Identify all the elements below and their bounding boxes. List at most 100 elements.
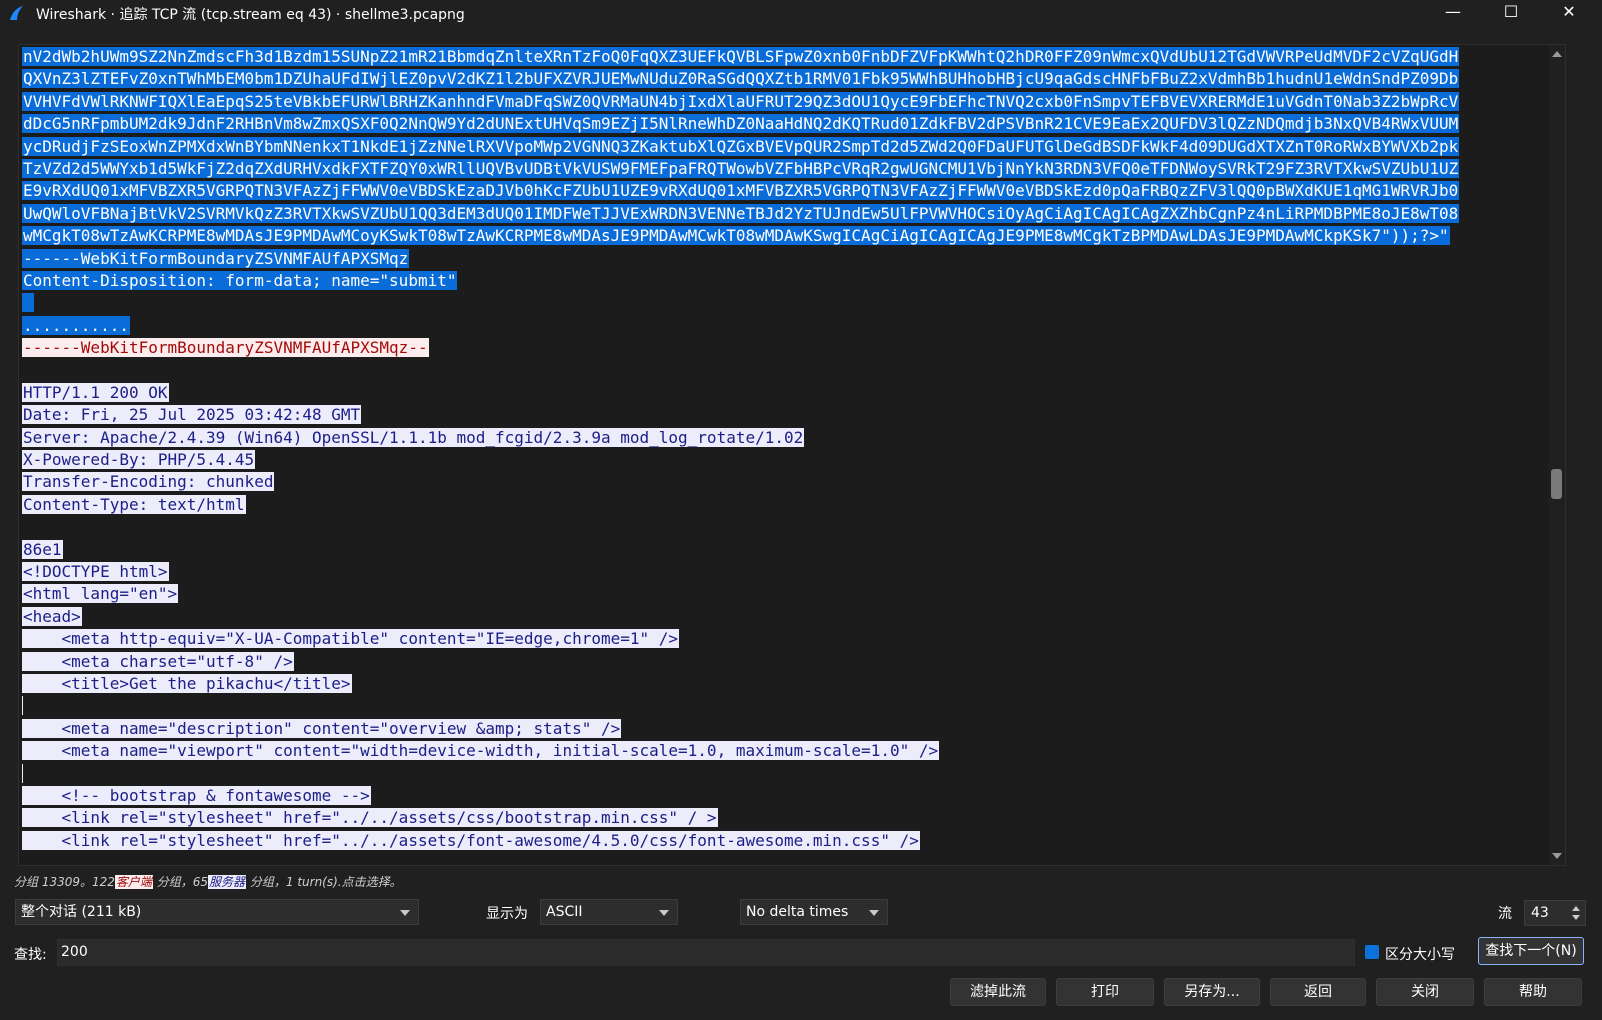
show-as-label: 显示为 [486, 906, 528, 922]
chevron-down-icon [869, 910, 879, 916]
stream-line-text: ........... [22, 315, 130, 335]
chevron-down-icon [400, 910, 410, 916]
stream-line-text: <!DOCTYPE html> [22, 561, 169, 581]
stream-line-text: ​ [22, 763, 23, 783]
stream-line-text: Date: Fri, 25 Jul 2025 03:42:48 GMT [22, 405, 362, 425]
stream-line-text: <meta charset="utf-8" /> [22, 651, 294, 671]
status-suffix: 分组，1 turn(s).点击选择。 [249, 875, 402, 889]
find-input[interactable]: 200 [57, 939, 1355, 966]
chevron-down-icon [659, 910, 669, 916]
stream-line-text: <!-- bootstrap & fontawesome --> [22, 785, 371, 805]
client-tag[interactable]: 客户端 [114, 875, 153, 889]
wireshark-fin-icon [10, 6, 23, 20]
back-button[interactable]: 返回 [1270, 978, 1366, 1006]
stream-line: ........... [22, 315, 1552, 337]
stream-line-text: wMCgkT08wTzAwKCRPME8wMDAsJE9PMDAwMCoyKSw… [22, 226, 1450, 246]
stream-line [22, 292, 1552, 314]
stream-line: UwQWloVFBNajBtVkV2SVRMVkQzZ3RVTXkwSVZUbU… [22, 203, 1552, 225]
stream-line-text: ------WebKitFormBoundaryZSVNMFAUfAPXSMqz… [22, 338, 429, 358]
delta-value: No delta times [746, 904, 849, 920]
conversation-select[interactable]: 整个对话 (211 kB) [15, 899, 419, 925]
stream-number: 43 [1531, 905, 1549, 921]
title-bar: Wireshark · 追踪 TCP 流 (tcp.stream eq 43) … [0, 0, 1602, 26]
case-sensitive-checkbox[interactable] [1365, 945, 1379, 959]
stream-line: Date: Fri, 25 Jul 2025 03:42:48 GMT [22, 404, 1552, 426]
stream-line: <title>Get the pikachu</title> [22, 673, 1552, 695]
save-as-button[interactable]: 另存为... [1164, 978, 1260, 1006]
show-as-select[interactable]: ASCII [540, 899, 678, 925]
server-tag[interactable]: 服务器 [208, 875, 247, 889]
stream-line: <meta charset="utf-8" /> [22, 651, 1552, 673]
spin-up-icon[interactable] [1572, 906, 1580, 911]
stream-line-text: 86e1 [22, 539, 63, 559]
stream-lines: nV2dWb2hUWm9SZ2NnZmdscFh3d1Bzdm15SUNpZ21… [22, 46, 1552, 852]
tcp-stream-view[interactable]: nV2dWb2hUWm9SZ2NnZmdscFh3d1Bzdm15SUNpZ21… [18, 44, 1566, 866]
stream-line-text: E9vRXdUQ01xMFVBZXR5VGRPQTN3VFAzZjFFWWV0e… [22, 181, 1460, 201]
stream-line [22, 516, 1552, 538]
stream-line-text: TzVZd2d5WWYxb1d5WkFjZ2dqZXdURHVxdkFXTFZQ… [22, 158, 1460, 178]
stream-line: <meta name="description" content="overvi… [22, 718, 1552, 740]
vertical-scrollbar[interactable] [1549, 45, 1565, 865]
stream-line-text: <meta name="description" content="overvi… [22, 718, 622, 738]
close-button[interactable]: 关闭 [1376, 978, 1474, 1006]
stream-line: wMCgkT08wTzAwKCRPME8wMDAsJE9PMDAwMCoyKSw… [22, 225, 1552, 247]
stream-number-spinner[interactable]: 43 [1524, 900, 1586, 926]
stream-line-text: <meta http-equiv="X-UA-Compatible" conte… [22, 629, 680, 649]
minimize-button[interactable]: — [1424, 0, 1482, 26]
stream-line: <meta http-equiv="X-UA-Compatible" conte… [22, 628, 1552, 650]
stream-line: ycDRudjFzSEoxWnZPMXdxWnBYbmNNenkxT1NkdE1… [22, 136, 1552, 158]
stream-line: TzVZd2d5WWYxb1d5WkFjZ2dqZXdURHVxdkFXTFZQ… [22, 158, 1552, 180]
stream-line-text: Server: Apache/2.4.39 (Win64) OpenSSL/1.… [22, 427, 805, 447]
delta-times-select[interactable]: No delta times [740, 899, 888, 925]
scroll-down-icon[interactable] [1552, 853, 1562, 859]
stream-line [22, 359, 1552, 381]
stream-line-text: HTTP/1.1 200 OK [22, 382, 169, 402]
stream-line: <link rel="stylesheet" href="../../asset… [22, 807, 1552, 829]
stream-line-text: <title>Get the pikachu</title> [22, 673, 352, 693]
stream-line: <link rel="stylesheet" href="../../asset… [22, 830, 1552, 852]
status-mid: 分组，65 [156, 875, 209, 889]
print-button[interactable]: 打印 [1056, 978, 1154, 1006]
stream-line-text: ​ [22, 696, 23, 716]
stream-line-text: ycDRudjFzSEoxWnZPMXdxWnBYbmNNenkxT1NkdE1… [22, 136, 1460, 156]
stream-line: Content-Disposition: form-data; name="su… [22, 270, 1552, 292]
close-window-button[interactable]: ✕ [1540, 0, 1598, 26]
stream-line: <meta name="viewport" content="width=dev… [22, 740, 1552, 762]
show-as-value: ASCII [546, 904, 583, 920]
scroll-thumb[interactable] [1551, 469, 1562, 499]
stream-line-text: nV2dWb2hUWm9SZ2NnZmdscFh3d1Bzdm15SUNpZ21… [22, 47, 1460, 66]
stream-line-text: <head> [22, 606, 82, 626]
stream-line: 86e1 [22, 539, 1552, 561]
help-button[interactable]: 帮助 [1484, 978, 1582, 1006]
conversation-value: 整个对话 (211 kB) [21, 904, 142, 920]
scroll-up-icon[interactable] [1552, 51, 1562, 57]
stream-line: QXVnZ3lZTEFvZ0xnTWhMbEM0bm1DZUhaUFdIWjlE… [22, 68, 1552, 90]
stream-line-text: <link rel="stylesheet" href="../../asset… [22, 830, 920, 850]
stream-line-text: QXVnZ3lZTEFvZ0xnTWhMbEM0bm1DZUhaUFdIWjlE… [22, 69, 1460, 89]
find-label: 查找: [14, 947, 47, 963]
stream-line: <head> [22, 606, 1552, 628]
spin-down-icon[interactable] [1572, 915, 1580, 920]
stream-line: ​ [22, 763, 1552, 785]
find-next-button[interactable]: 查找下一个(N) [1478, 937, 1584, 965]
stream-line: dDcG5nRFpmbUM2dk9JdnF2RHBnVm8wZmxQSXF0Q2… [22, 113, 1552, 135]
stream-line-text: X-Powered-By: PHP/5.4.45 [22, 450, 256, 470]
status-prefix: 分组 13309。122 [14, 875, 115, 889]
stream-line-text: dDcG5nRFpmbUM2dk9JdnF2RHBnVm8wZmxQSXF0Q2… [22, 114, 1460, 134]
stream-line-text: VVHVFdVWlRKNWFIQXlEaEpqS25teVBkbEFURWlBR… [22, 91, 1460, 111]
stream-line: ------WebKitFormBoundaryZSVNMFAUfAPXSMqz… [22, 337, 1552, 359]
stream-status: 分组 13309。122客户端 分组，65服务器 分组，1 turn(s).点击… [14, 873, 402, 890]
window-title: Wireshark · 追踪 TCP 流 (tcp.stream eq 43) … [36, 7, 465, 23]
stream-line: Transfer-Encoding: chunked [22, 471, 1552, 493]
stream-line-text: Transfer-Encoding: chunked [22, 472, 275, 492]
stream-line: E9vRXdUQ01xMFVBZXR5VGRPQTN3VFAzZjFFWWV0e… [22, 180, 1552, 202]
stream-label: 流 [1498, 906, 1512, 922]
maximize-button[interactable]: ☐ [1482, 0, 1540, 26]
filter-out-button[interactable]: 滤掉此流 [950, 978, 1046, 1006]
stream-line: <!DOCTYPE html> [22, 561, 1552, 583]
stream-line: ​ [22, 695, 1552, 717]
stream-line-text: <meta name="viewport" content="width=dev… [22, 741, 940, 761]
stream-line: <html lang="en"> [22, 583, 1552, 605]
stream-line: HTTP/1.1 200 OK [22, 382, 1552, 404]
stream-line: nV2dWb2hUWm9SZ2NnZmdscFh3d1Bzdm15SUNpZ21… [22, 46, 1552, 68]
